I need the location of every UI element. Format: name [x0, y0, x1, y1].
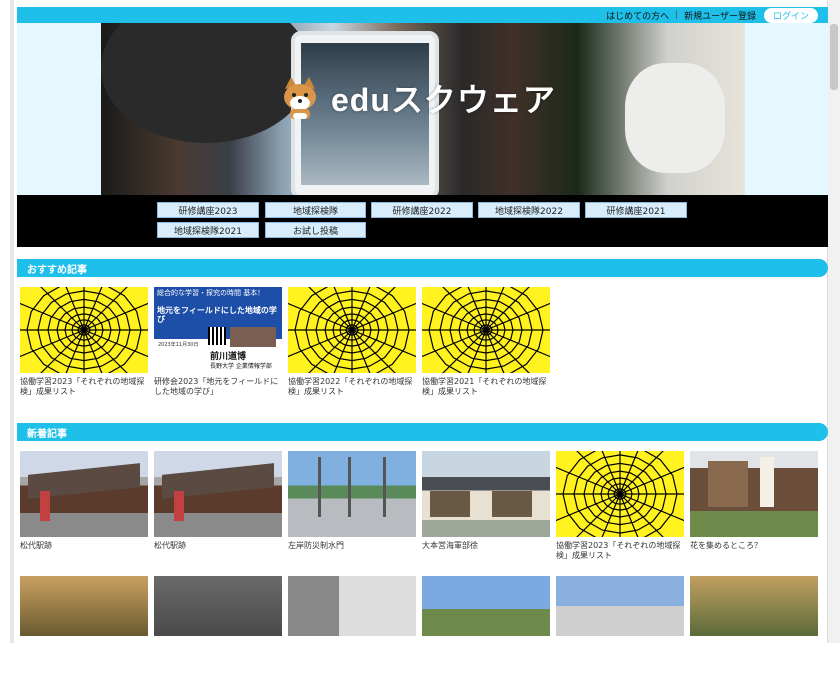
article-card[interactable]: 協働学習2022「それぞれの地域探検」成果リスト: [288, 287, 416, 397]
spiderweb-image[interactable]: [288, 287, 416, 373]
nav-button[interactable]: 研修講座2023: [157, 202, 259, 218]
site-logo[interactable]: eduスクウェア: [277, 75, 556, 121]
featured-heading: おすすめ記事: [17, 259, 828, 277]
login-button[interactable]: ログイン: [763, 7, 818, 23]
floodgate-photo[interactable]: [288, 451, 416, 537]
spiderweb-image[interactable]: [556, 451, 684, 537]
nav-button[interactable]: お試し投稿: [265, 222, 366, 238]
latest-heading: 新着記事: [17, 423, 828, 441]
scrollbar-thumb[interactable]: [830, 24, 838, 90]
nav-button[interactable]: 研修講座2022: [371, 202, 473, 218]
house-photo[interactable]: [422, 451, 550, 537]
article-card[interactable]: 協働学習2023「それぞれの地域探検」成果リスト: [556, 451, 684, 561]
article-thumbnail[interactable]: [690, 576, 818, 636]
article-card[interactable]: 左岸防災制水門: [288, 451, 416, 551]
article-card[interactable]: 大本営海軍部徐: [422, 451, 550, 551]
left-edge: [0, 0, 14, 643]
latest-grid: 松代駅跡 松代駅跡 左岸防災制水門 大本営海軍部徐 協働学習2023「それぞれの地…: [17, 441, 828, 681]
article-card[interactable]: 花を集めるところ？: [690, 451, 818, 551]
hero-banner: eduスクウェア: [17, 23, 828, 195]
shrine-photo[interactable]: [690, 451, 818, 537]
vertical-scrollbar[interactable]: [827, 0, 840, 643]
article-thumbnail[interactable]: [154, 576, 282, 636]
shiba-dog-icon: [277, 75, 323, 121]
article-caption[interactable]: 協働学習2023「それぞれの地域探検」成果リスト: [20, 377, 148, 397]
nav-button[interactable]: 研修講座2021: [585, 202, 687, 218]
register-link[interactable]: 新規ユーザー登録: [684, 9, 756, 22]
page: はじめての方へ | 新規ユーザー登録 ログイン eduスクウェア 研修講座202…: [17, 7, 828, 681]
article-card[interactable]: 松代駅跡: [154, 451, 282, 551]
article-card[interactable]: 協働学習2023「それぞれの地域探検」成果リスト: [20, 287, 148, 397]
article-caption[interactable]: 大本営海軍部徐: [422, 541, 550, 551]
category-nav: 研修講座2023 地域探検隊 研修講座2022 地域探検隊2022 研修講座2021 地域…: [17, 195, 828, 247]
article-thumbnail[interactable]: [20, 576, 148, 636]
divider: |: [675, 10, 679, 20]
nav-button[interactable]: 地域探検隊: [265, 202, 366, 218]
article-caption[interactable]: 花を集めるところ？: [690, 541, 818, 551]
nav-button[interactable]: 地域探検隊2021: [157, 222, 259, 238]
lecture-slide-image[interactable]: 総合的な学習・探究の時間 基本！ 地元をフィールドにした地域の学び 2023年1…: [154, 287, 282, 373]
article-caption[interactable]: 左岸防災制水門: [288, 541, 416, 551]
first-time-link[interactable]: はじめての方へ: [606, 9, 669, 22]
article-caption[interactable]: 協働学習2021「それぞれの地域探検」成果リスト: [422, 377, 550, 397]
nav-button[interactable]: 地域探検隊2022: [478, 202, 580, 218]
article-card[interactable]: 松代駅跡: [20, 451, 148, 551]
logo-text: eduスクウェア: [331, 82, 556, 118]
article-caption[interactable]: 協働学習2023「それぞれの地域探検」成果リスト: [556, 541, 684, 561]
featured-grid: 協働学習2023「それぞれの地域探検」成果リスト 総合的な学習・探究の時間 基本…: [17, 277, 828, 407]
spiderweb-image[interactable]: [20, 287, 148, 373]
spiderweb-image[interactable]: [422, 287, 550, 373]
top-bar: はじめての方へ | 新規ユーザー登録 ログイン: [17, 7, 828, 23]
article-caption[interactable]: 松代駅跡: [154, 541, 282, 551]
station-photo[interactable]: [154, 451, 282, 537]
station-photo[interactable]: [20, 451, 148, 537]
article-thumbnail[interactable]: [556, 576, 684, 636]
article-thumbnail[interactable]: [422, 576, 550, 636]
article-card[interactable]: 総合的な学習・探究の時間 基本！ 地元をフィールドにした地域の学び 2023年1…: [154, 287, 282, 397]
article-card[interactable]: 協働学習2021「それぞれの地域探検」成果リスト: [422, 287, 550, 397]
article-caption[interactable]: 協働学習2022「それぞれの地域探検」成果リスト: [288, 377, 416, 397]
article-caption[interactable]: 研修会2023「地元をフィールドにした地域の学び」: [154, 377, 282, 397]
article-thumbnail[interactable]: [288, 576, 416, 636]
article-caption[interactable]: 松代駅跡: [20, 541, 148, 551]
